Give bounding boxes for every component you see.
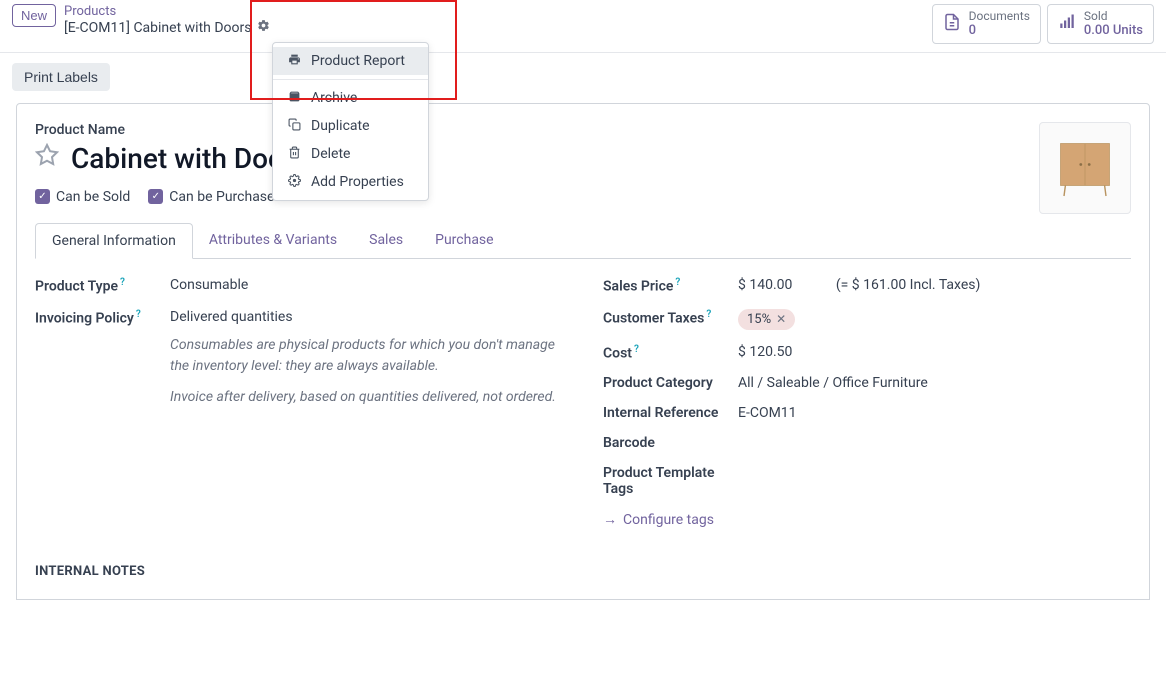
breadcrumb-current: [E-COM11] Cabinet with Doors	[64, 19, 270, 36]
tab-purchase[interactable]: Purchase	[419, 223, 509, 258]
archive-icon	[287, 90, 301, 106]
dropdown-add-properties[interactable]: Add Properties	[273, 168, 428, 196]
help-icon[interactable]: ?	[120, 277, 125, 288]
invoice-note: Invoice after delivery, based on quantit…	[170, 387, 563, 408]
tax-tag-value: 15%	[747, 312, 771, 327]
product-template-tags-label: Product Template Tags	[603, 465, 738, 497]
print-icon	[287, 53, 301, 69]
can-be-sold-label: Can be Sold	[56, 189, 130, 205]
product-name-label: Product Name	[35, 122, 1131, 138]
cost-value[interactable]: $ 120.50	[738, 344, 1131, 360]
dropdown-product-report-label: Product Report	[311, 53, 405, 69]
sales-price-label: Sales Price?	[603, 277, 738, 295]
dropdown-duplicate[interactable]: Duplicate	[273, 112, 428, 140]
help-icon[interactable]: ?	[634, 344, 639, 355]
product-category-label: Product Category	[603, 375, 738, 391]
dropdown-duplicate-label: Duplicate	[311, 118, 370, 134]
tabs: General Information Attributes & Variant…	[35, 223, 1131, 259]
gear-icon[interactable]	[257, 19, 270, 36]
tab-sales[interactable]: Sales	[353, 223, 419, 258]
checkbox-checked-icon: ✓	[35, 189, 50, 204]
dropdown-delete[interactable]: Delete	[273, 140, 428, 168]
arrow-right-icon: →	[603, 511, 617, 528]
trash-icon	[287, 146, 301, 162]
barcode-label: Barcode	[603, 435, 738, 451]
help-icon[interactable]: ?	[136, 309, 141, 320]
new-button[interactable]: New	[12, 4, 56, 27]
help-icon[interactable]: ?	[706, 309, 711, 320]
can-be-purchased-checkbox[interactable]: ✓ Can be Purchased	[148, 189, 282, 205]
invoicing-policy-label: Invoicing Policy?	[35, 309, 170, 327]
sales-price-value[interactable]: $ 140.00	[738, 277, 792, 293]
checkbox-checked-icon: ✓	[148, 189, 163, 204]
breadcrumb-current-text: [E-COM11] Cabinet with Doors	[64, 20, 251, 36]
invoicing-policy-value[interactable]: Delivered quantities	[170, 309, 563, 325]
tax-tag[interactable]: 15% ✕	[738, 309, 795, 330]
breadcrumb-root[interactable]: Products	[64, 4, 270, 19]
can-be-sold-checkbox[interactable]: ✓ Can be Sold	[35, 189, 130, 205]
tax-remove-icon[interactable]: ✕	[776, 312, 786, 326]
configure-tags-label: Configure tags	[623, 512, 714, 528]
print-labels-button[interactable]: Print Labels	[12, 63, 110, 91]
sold-label: Sold	[1084, 9, 1143, 23]
document-icon	[943, 12, 961, 36]
breadcrumb: Products [E-COM11] Cabinet with Doors	[64, 4, 270, 36]
dropdown-archive-label: Archive	[311, 90, 357, 106]
help-icon[interactable]: ?	[675, 277, 680, 288]
tab-attributes-variants[interactable]: Attributes & Variants	[193, 223, 353, 258]
internal-reference-label: Internal Reference	[603, 405, 738, 421]
bars-icon	[1058, 13, 1076, 35]
dropdown-add-properties-label: Add Properties	[311, 174, 404, 190]
tab-general-information[interactable]: General Information	[35, 223, 193, 259]
product-type-value[interactable]: Consumable	[170, 277, 563, 293]
sold-value: 0.00 Units	[1084, 23, 1143, 39]
cost-label: Cost?	[603, 344, 738, 362]
product-category-value[interactable]: All / Saleable / Office Furniture	[738, 375, 1131, 391]
internal-notes-heading: INTERNAL NOTES	[35, 564, 1131, 579]
dropdown-separator	[273, 79, 428, 80]
properties-icon	[287, 174, 301, 190]
documents-stat[interactable]: Documents 0	[932, 4, 1041, 44]
favorite-star-icon[interactable]	[35, 143, 59, 173]
gear-dropdown-menu: Product Report Archive Duplicate Delete …	[272, 42, 429, 201]
product-image[interactable]	[1039, 122, 1131, 214]
sold-stat[interactable]: Sold 0.00 Units	[1047, 4, 1154, 44]
incl-taxes-value: (= $ 161.00 Incl. Taxes)	[836, 277, 980, 293]
documents-label: Documents	[969, 9, 1030, 23]
configure-tags-link[interactable]: → Configure tags	[603, 511, 1131, 528]
duplicate-icon	[287, 118, 301, 134]
cabinet-icon	[1050, 133, 1120, 203]
consumable-note: Consumables are physical products for wh…	[170, 335, 563, 377]
dropdown-product-report[interactable]: Product Report	[273, 47, 428, 75]
dropdown-delete-label: Delete	[311, 146, 350, 162]
dropdown-archive[interactable]: Archive	[273, 84, 428, 112]
documents-value: 0	[969, 23, 1030, 39]
can-be-purchased-label: Can be Purchased	[169, 189, 282, 205]
product-type-label: Product Type?	[35, 277, 170, 295]
customer-taxes-label: Customer Taxes?	[603, 309, 738, 327]
internal-reference-value[interactable]: E-COM11	[738, 405, 1131, 421]
